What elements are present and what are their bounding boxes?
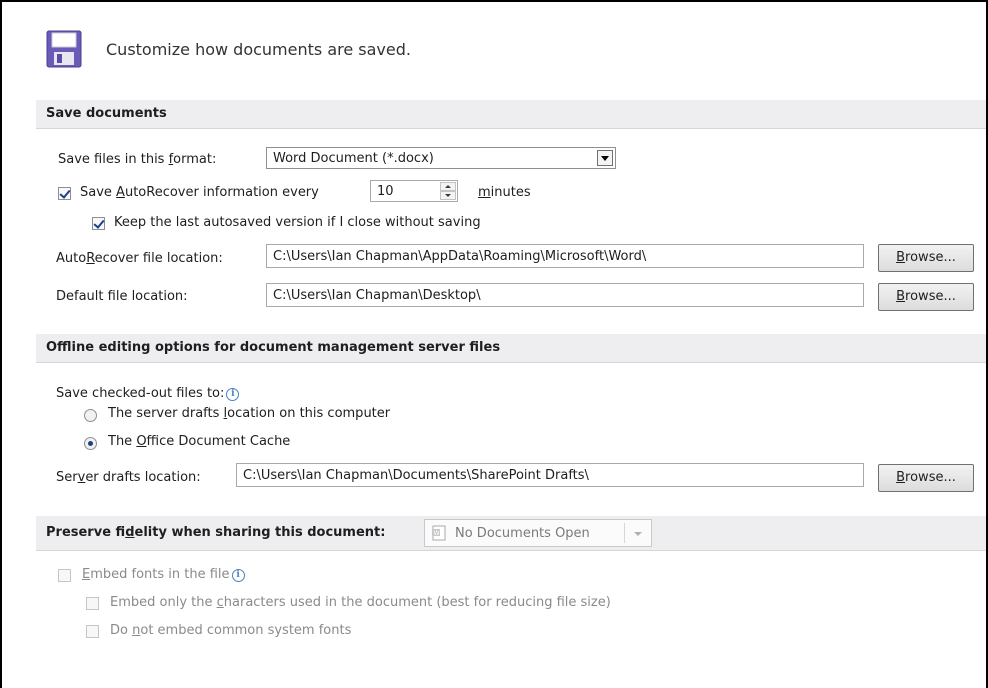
autorecover-label: Save AutoRecover information every	[80, 185, 319, 200]
radio-server-drafts[interactable]	[84, 409, 97, 422]
default-location-input[interactable]: C:\Users\Ian Chapman\Desktop\	[266, 283, 864, 307]
document-selector-dropdown[interactable]: W No Documents Open	[424, 519, 652, 547]
spin-up-icon[interactable]	[440, 182, 456, 191]
radio-office-document-cache-label: The Office Document Cache	[108, 434, 291, 449]
save-format-value: Word Document (*.docx)	[273, 151, 434, 166]
keep-last-autosaved-checkbox[interactable]	[92, 217, 105, 230]
autorecover-browse-button[interactable]: Browse...	[878, 244, 974, 272]
section-offline-editing: Offline editing options for document man…	[36, 334, 986, 363]
autorecover-location-label: AutoRecover file location:	[56, 251, 223, 266]
page-title: Customize how documents are saved.	[106, 40, 411, 59]
document-selector-value: No Documents Open	[455, 526, 590, 541]
word-document-icon: W	[432, 525, 446, 541]
embed-fonts-label: Embed fonts in the file i	[82, 567, 245, 582]
server-drafts-location-label: Server drafts location:	[56, 470, 201, 485]
no-common-system-fonts-checkbox[interactable]	[86, 625, 99, 638]
keep-last-autosaved-label: Keep the last autosaved version if I clo…	[114, 215, 481, 230]
info-icon[interactable]: i	[231, 569, 245, 582]
default-location-browse-button[interactable]: Browse...	[878, 283, 974, 311]
embed-only-used-characters-label: Embed only the characters used in the do…	[110, 595, 611, 610]
section-save-documents: Save documents	[36, 100, 986, 129]
spin-down-icon[interactable]	[440, 191, 456, 200]
default-location-label: Default file location:	[56, 289, 188, 304]
section-title: Offline editing options for document man…	[46, 340, 501, 355]
autorecover-checkbox[interactable]	[58, 187, 71, 200]
info-icon[interactable]: i	[226, 388, 240, 401]
save-format-label: Save files in this format:	[58, 152, 217, 167]
autorecover-location-input[interactable]: C:\Users\Ian Chapman\AppData\Roaming\Mic…	[266, 244, 864, 268]
section-title: Preserve fidelity when sharing this docu…	[46, 525, 386, 540]
embed-fonts-checkbox[interactable]	[58, 569, 71, 582]
save-checked-out-label: Save checked-out files to: i	[56, 386, 240, 401]
save-format-dropdown[interactable]: Word Document (*.docx)	[266, 147, 616, 169]
chevron-down-icon[interactable]	[597, 150, 613, 166]
server-drafts-location-input[interactable]: C:\Users\Ian Chapman\Documents\SharePoin…	[236, 463, 864, 487]
radio-server-drafts-label: The server drafts location on this compu…	[108, 406, 391, 421]
embed-only-used-characters-checkbox[interactable]	[86, 597, 99, 610]
svg-text:W: W	[434, 530, 440, 537]
floppy-disk-icon	[46, 30, 82, 68]
autorecover-minutes-value: 10	[377, 184, 394, 199]
minutes-label: minutes	[478, 185, 531, 200]
autorecover-minutes-stepper[interactable]: 10	[370, 180, 458, 202]
server-drafts-browse-button[interactable]: Browse...	[878, 464, 974, 492]
no-common-system-fonts-label: Do not embed common system fonts	[110, 623, 352, 638]
radio-office-document-cache[interactable]	[84, 437, 97, 450]
section-title: Save documents	[46, 106, 167, 121]
